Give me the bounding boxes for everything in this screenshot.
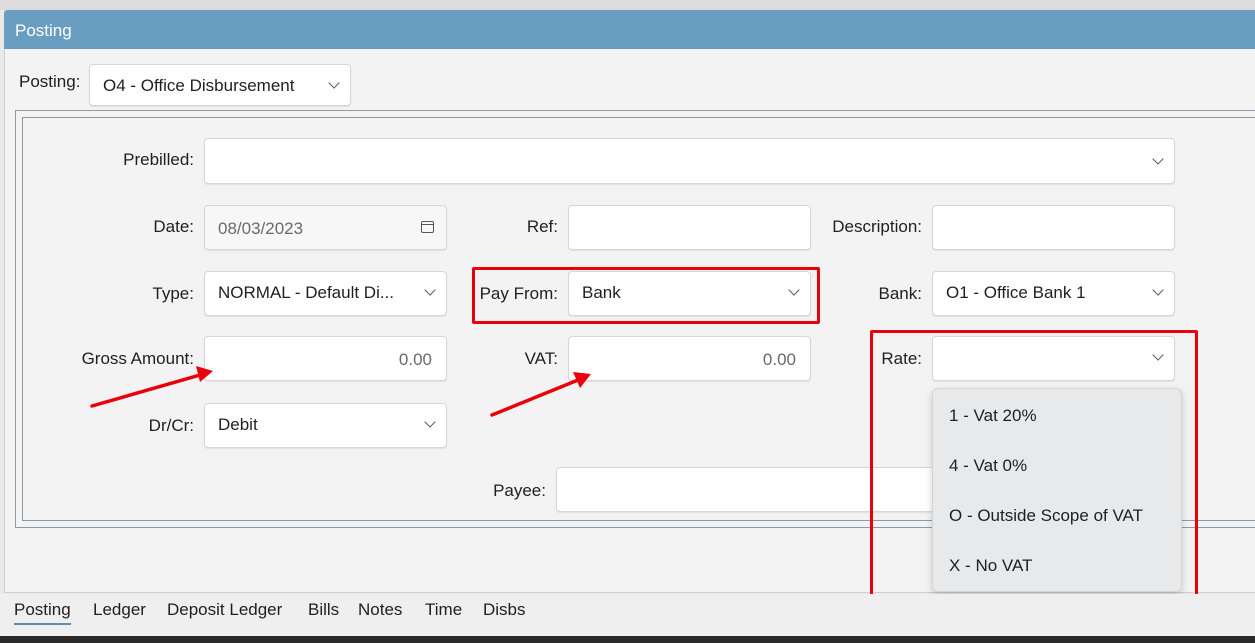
- tab-disbs[interactable]: Disbs: [483, 600, 526, 620]
- bottom-strip: [0, 636, 1255, 643]
- tab-notes[interactable]: Notes: [358, 600, 402, 620]
- tab-deposit-ledger[interactable]: Deposit Ledger: [167, 600, 282, 620]
- tab-ledger[interactable]: Ledger: [93, 600, 146, 620]
- tab-bills[interactable]: Bills: [308, 600, 339, 620]
- tab-posting[interactable]: Posting: [14, 600, 71, 625]
- arrow-annotation-gross: [90, 366, 213, 408]
- bottom-tab-bar: Posting Ledger Deposit Ledger Bills Note…: [0, 594, 1255, 636]
- annotation-arrows: [90, 366, 591, 417]
- arrow-annotation-vat: [490, 372, 591, 417]
- tab-time[interactable]: Time: [425, 600, 462, 620]
